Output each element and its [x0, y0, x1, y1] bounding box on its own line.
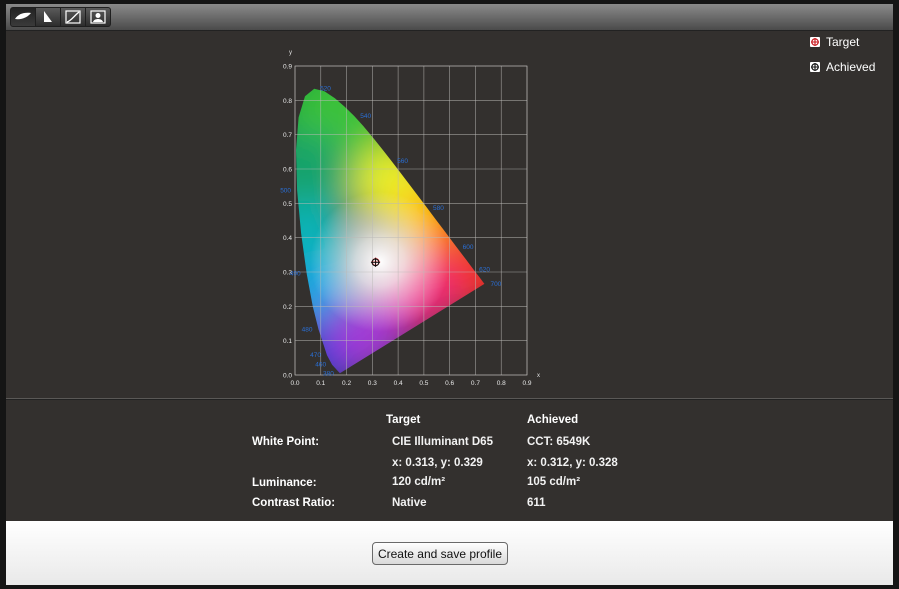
view-segmented-control [10, 7, 111, 27]
legend-label-achieved: Achieved [826, 60, 876, 74]
section-divider [6, 398, 893, 400]
legend-item-target: Target [810, 35, 875, 49]
wavelength-label: 600 [463, 244, 474, 251]
y-tick-label: 0.2 [283, 304, 292, 311]
wavelength-label: 460 [315, 362, 326, 369]
footer-bar: Create and save profile [6, 521, 893, 585]
legend-label-target: Target [826, 35, 860, 49]
luminance-achieved: 105 cd/m² [527, 476, 581, 488]
legend-item-achieved: Achieved [810, 60, 875, 74]
target-marker-icon [810, 37, 820, 47]
wavelength-label: 520 [320, 86, 331, 93]
gamut-icon [44, 11, 52, 22]
white-point-target-xy: x: 0.313, y: 0.329 [392, 457, 483, 469]
y-tick-label: 0.5 [283, 201, 292, 208]
calibration-window: Target Achieved 0.0 0.1 0.2 0.3 0.4 0.5 … [0, 0, 899, 589]
contrast-ratio-label: Contrast Ratio: [252, 497, 336, 509]
x-tick-label: 0.0 [290, 380, 299, 385]
wavelength-label: 480 [302, 326, 313, 333]
x-tick-label: 0.8 [497, 380, 506, 385]
luminance-label: Luminance: [252, 477, 317, 489]
x-tick-label: 0.3 [368, 380, 377, 385]
x-axis-label: x [537, 373, 540, 379]
y-tick-label: 0.0 [283, 373, 292, 380]
profile-image-icon [90, 10, 106, 24]
y-tick-label: 0.1 [283, 338, 292, 345]
column-header-target: Target [386, 414, 421, 426]
wavelength-label: 470 [310, 352, 321, 359]
chart-legend: Target Achieved [810, 35, 875, 85]
curve-view-button[interactable] [60, 7, 86, 27]
toolbar [6, 4, 893, 31]
contrast-ratio-target: Native [392, 497, 427, 509]
wavelength-label: 380 [323, 370, 334, 377]
create-and-save-profile-button[interactable]: Create and save profile [372, 542, 508, 565]
luminance-target: 120 cd/m² [392, 476, 446, 488]
cie-chromaticity-chart: 0.0 0.1 0.2 0.3 0.4 0.5 0.6 0.7 0.8 0.9 0.0 0.1 0.2… [280, 50, 540, 385]
x-tick-label: 0.4 [394, 380, 403, 385]
x-tick-label: 0.7 [471, 380, 480, 385]
profile-view-button[interactable] [85, 7, 111, 27]
column-header-achieved: Achieved [527, 414, 579, 426]
y-tick-label: 0.9 [283, 64, 292, 71]
x-tick-label: 0.1 [316, 380, 325, 385]
y-tick-label: 0.7 [283, 132, 292, 139]
y-tick-label: 0.6 [283, 167, 292, 174]
x-tick-label: 0.6 [445, 380, 454, 385]
white-point-achieved-xy: x: 0.312, y: 0.328 [527, 457, 618, 469]
wavelength-label: 620 [479, 266, 490, 273]
white-point-target: CIE Illuminant D65 [392, 436, 493, 448]
main-panel: Target Achieved 0.0 0.1 0.2 0.3 0.4 0.5 … [6, 31, 893, 521]
y-axis-label: y [289, 50, 292, 56]
wavelength-label: 580 [433, 205, 444, 212]
x-tick-label: 0.5 [419, 380, 428, 385]
wavelength-label: 700 [490, 281, 501, 288]
y-tick-labels: 0.00.10.20.30.40.50.60.70.80.9 [283, 64, 292, 380]
gamut-view-button[interactable] [35, 7, 61, 27]
display-view-button[interactable] [10, 7, 36, 27]
white-point-label: White Point: [252, 436, 320, 448]
display-icon [15, 12, 31, 20]
chromaticity-gamut-fill [296, 88, 485, 374]
wavelength-label: 490 [290, 271, 301, 278]
y-tick-label: 0.4 [283, 235, 292, 242]
achieved-marker-icon [810, 62, 820, 72]
white-point-achieved: CCT: 6549K [527, 436, 591, 448]
x-tick-label: 0.9 [522, 380, 531, 385]
wavelength-label: 540 [360, 113, 371, 120]
y-tick-label: 0.8 [283, 98, 292, 105]
contrast-ratio-achieved: 611 [527, 497, 546, 509]
x-tick-labels: 0.0 0.1 0.2 0.3 0.4 0.5 0.6 0.7 0.8 0.9 [290, 380, 531, 385]
x-tick-label: 0.2 [342, 380, 351, 385]
curve-icon [65, 10, 81, 24]
wavelength-label: 560 [397, 158, 408, 165]
wavelength-label: 500 [280, 187, 291, 194]
